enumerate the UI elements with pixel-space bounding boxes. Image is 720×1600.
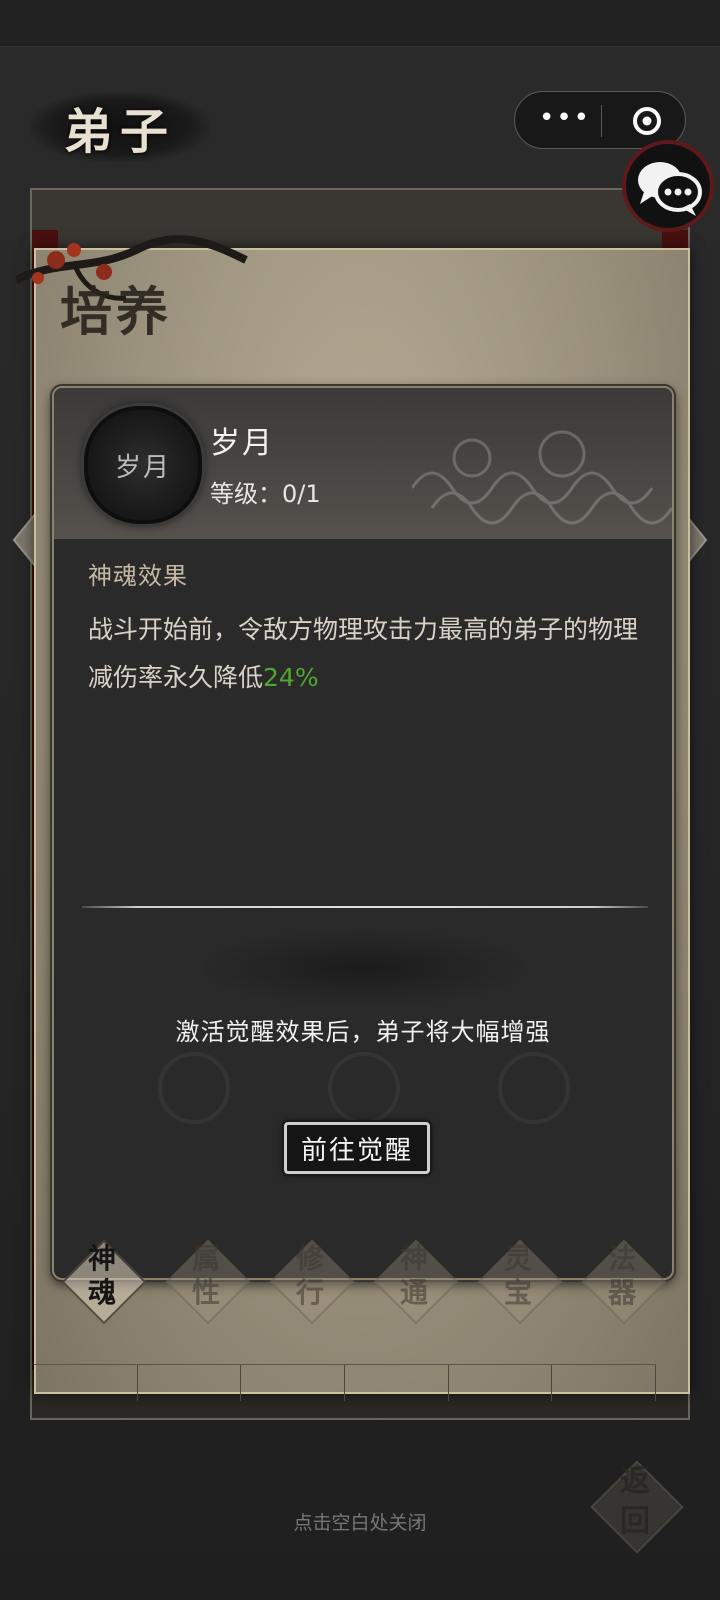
status-bar [0,0,720,47]
strip-cell [138,1365,242,1401]
strip-cell [241,1365,346,1401]
tab-soul[interactable]: 神魂 [60,1238,147,1325]
awaken-hint: 激活觉醒效果后，弟子将大幅增强 [175,1018,551,1046]
tab-label: 灵宝 [476,1242,560,1322]
tab-artifact[interactable]: 法器 [580,1238,667,1325]
strip-cell [552,1365,657,1401]
game-screen: 弟子 ••• 培养 岁月 岁月 等级：0/1 神魂效果 战斗开始前，令敌方物理攻… [0,0,720,1600]
label-glyph: 修 [295,1242,324,1275]
label-glyph: 性 [191,1276,220,1309]
effect-description: 战斗开始前，令敌方物理攻击力最高的弟子的物理减伤率永久降低24% [88,606,648,702]
label-glyph: 神 [399,1242,428,1275]
label-glyph: 行 [295,1276,324,1309]
label-glyph: 神 [87,1242,116,1275]
panel-title: 培养 [60,282,173,343]
soul-card: 岁月 岁月 等级：0/1 神魂效果 战斗开始前，令敌方物理攻击力最高的弟子的物理… [52,386,674,1280]
strip-cell [345,1365,449,1401]
tab-treasure[interactable]: 灵宝 [476,1238,563,1325]
target-close-icon[interactable] [631,105,663,137]
label-glyph: 器 [607,1276,636,1309]
wave-pattern-decoration [412,430,672,525]
awaken-banner-decoration [194,928,534,1008]
soul-name: 岁月 [210,426,274,461]
awaken-slots-decoration [158,1052,570,1124]
capsule-divider [601,105,602,137]
soul-level: 等级：0/1 [210,480,321,508]
label-glyph: 灵 [503,1242,532,1275]
effect-text: 战斗开始前，令敌方物理攻击力最高的弟子的物理减伤率永久降低 [88,615,639,692]
soul-card-header: 岁月 岁月 等级：0/1 [54,388,672,539]
tab-label: 修行 [268,1242,352,1322]
background-tab-strip [34,1364,657,1401]
label-glyph: 宝 [503,1276,532,1309]
tab-label: 神通 [372,1242,456,1322]
close-hint[interactable]: 点击空白处关闭 [0,1508,720,1535]
effect-label: 神魂效果 [88,562,188,590]
label-glyph: 法 [607,1242,636,1275]
tab-skills[interactable]: 神通 [372,1238,459,1325]
chat-bubbles-icon [638,162,702,216]
section-divider [82,906,648,908]
tab-label: 神魂 [60,1242,144,1322]
label-glyph: 通 [399,1276,428,1309]
effect-value: 24% [263,663,319,692]
label-glyph: 属 [191,1242,220,1275]
tab-label: 法器 [580,1242,664,1322]
strip-cell [449,1365,553,1401]
cultivate-tabs: 神魂 属性 修行 神通 灵宝 法器 [60,1238,670,1334]
chat-button[interactable] [622,140,714,232]
go-awaken-button[interactable]: 前往觉醒 [284,1122,430,1174]
soul-badge: 岁月 [84,406,202,524]
tab-attributes[interactable]: 属性 [164,1238,251,1325]
tab-practice[interactable]: 修行 [268,1238,355,1325]
back-button[interactable]: 返回 [590,1460,684,1554]
label-glyph: 魂 [87,1276,116,1309]
screen-title: 弟子 [30,92,210,162]
label-glyph: 返 [620,1464,650,1499]
strip-cell [34,1365,138,1401]
tab-label: 属性 [164,1242,248,1322]
more-dots-icon[interactable]: ••• [539,105,589,135]
